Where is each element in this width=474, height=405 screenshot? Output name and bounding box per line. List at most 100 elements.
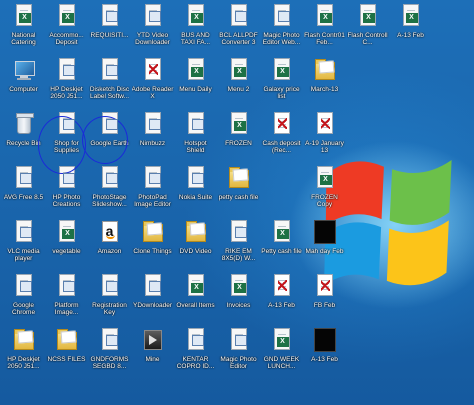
desktop[interactable]: National Catering Accommo... Deposit REQUI… [0, 0, 474, 405]
excel-icon [271, 328, 293, 354]
excel-icon [271, 220, 293, 246]
desktop-icon-label: Mah day Feb [305, 248, 344, 255]
desktop-icon[interactable]: Petty cash file [260, 220, 303, 274]
desktop-icon[interactable]: A-13 Feb [260, 274, 303, 328]
desktop-icon-label: Nokia Suite [178, 194, 213, 201]
desktop-icon[interactable]: YTD Video Downloader [131, 4, 174, 58]
shortcut-icon [56, 274, 78, 300]
computer-icon [13, 58, 35, 84]
excel-icon [228, 58, 250, 84]
desktop-icon[interactable]: REQUISITI... [88, 4, 131, 58]
desktop-icon[interactable]: Magic Photo Editor [217, 328, 260, 382]
folder-icon [13, 328, 35, 354]
desktop-icon[interactable]: Invoices [217, 274, 260, 328]
desktop-icon-label: Disketch Disc Label Softw... [89, 86, 130, 100]
desktop-icon[interactable]: PhotoStage Slideshow... [88, 166, 131, 220]
desktop-icon[interactable]: Cash deposit (Rec... [260, 112, 303, 166]
desktop-icon-label: HP Deskjet 2050 J51... [50, 86, 83, 100]
desktop-icon[interactable]: Mah day Feb [303, 220, 346, 274]
desktop-icon[interactable]: GND WEEK LUNCH... [260, 328, 303, 382]
desktop-icon[interactable]: Adobe Reader X [131, 58, 174, 112]
bin-icon [13, 112, 35, 138]
desktop-icon[interactable]: a Amazon [88, 220, 131, 274]
desktop-icon-grid: National Catering Accommo... Deposit REQUI… [0, 0, 474, 405]
desktop-icon[interactable]: Hotspot Shield [174, 112, 217, 166]
desktop-icon[interactable]: BUS AND TAXI FA... [174, 4, 217, 58]
shortcut-icon [99, 274, 121, 300]
desktop-icon[interactable]: HP Deskjet 2050 J51... [45, 58, 88, 112]
desktop-icon-label: BCL ALLPDF Converter 3 [219, 32, 258, 46]
desktop-icon[interactable]: Flash Controll C... [346, 4, 389, 58]
shortcut-icon [142, 4, 164, 30]
desktop-icon[interactable]: Galaxy price list [260, 58, 303, 112]
desktop-icon[interactable]: Platform Image... [45, 274, 88, 328]
desktop-icon[interactable]: Disketch Disc Label Softw... [88, 58, 131, 112]
desktop-icon[interactable]: Nimbuzz [131, 112, 174, 166]
desktop-icon-label: Clone Things [133, 248, 172, 255]
desktop-icon[interactable]: DVD Video [174, 220, 217, 274]
excel-icon [185, 274, 207, 300]
desktop-icon-label: Magic Photo Editor Web... [262, 32, 301, 46]
desktop-icon[interactable]: A-13 Feb [389, 4, 432, 58]
amazon-icon: a [99, 220, 121, 246]
desktop-icon-label: Accommo... Deposit [49, 32, 84, 46]
desktop-icon[interactable]: Clone Things [131, 220, 174, 274]
desktop-icon-label: FROZEN Copy [311, 194, 338, 208]
desktop-icon[interactable]: NCSS FILES [45, 328, 88, 382]
shortcut-icon [228, 328, 250, 354]
desktop-icon-label: Google Chrome [11, 302, 36, 316]
desktop-icon[interactable]: Menu 2 [217, 58, 260, 112]
desktop-icon[interactable]: Mine [131, 328, 174, 382]
desktop-icon[interactable]: GNDFORMS SEGBD 8... [88, 328, 131, 382]
desktop-icon[interactable]: Accommo... Deposit [45, 4, 88, 58]
shortcut-icon [271, 4, 293, 30]
desktop-icon[interactable]: Magic Photo Editor Web... [260, 4, 303, 58]
desktop-icon[interactable]: FROZEN Copy [303, 166, 346, 220]
desktop-icon[interactable]: March-13 [303, 58, 346, 112]
empty-slot [389, 58, 432, 112]
desktop-icon-label: Cash deposit (Rec... [262, 140, 301, 154]
excel-icon [185, 4, 207, 30]
desktop-icon[interactable]: Computer [2, 58, 45, 112]
desktop-icon[interactable]: A-19 January 13 [303, 112, 346, 166]
desktop-icon-label: Mine [145, 356, 160, 363]
desktop-icon-label: PhotoStage Slideshow... [92, 194, 127, 208]
shortcut-icon [185, 112, 207, 138]
desktop-icon[interactable]: Registration Key [88, 274, 131, 328]
desktop-icon[interactable]: petty cash file [217, 166, 260, 220]
desktop-icon[interactable]: HP Photo Creations [45, 166, 88, 220]
desktop-icon-label: Computer [9, 86, 38, 93]
desktop-icon-label: Galaxy price list [263, 86, 300, 100]
desktop-icon[interactable]: FB Feb [303, 274, 346, 328]
desktop-icon[interactable]: Nokia Suite [174, 166, 217, 220]
desktop-icon[interactable]: YDownloader [131, 274, 174, 328]
desktop-icon[interactable]: Google Chrome [2, 274, 45, 328]
desktop-icon[interactable]: AVG Free 8.5 [2, 166, 45, 220]
shortcut-icon [142, 112, 164, 138]
desktop-icon[interactable]: FROZEN [217, 112, 260, 166]
empty-slot [346, 166, 389, 220]
desktop-icon[interactable]: KENTAR COPRO ID... [174, 328, 217, 382]
desktop-icon-label: KENTAR COPRO ID... [176, 356, 215, 370]
shortcut-icon [99, 4, 121, 30]
desktop-icon-label: vegetable [52, 248, 81, 255]
desktop-icon[interactable]: BCL ALLPDF Converter 3 [217, 4, 260, 58]
desktop-icon[interactable]: Overall Items [174, 274, 217, 328]
empty-slot [260, 166, 303, 220]
empty-slot [389, 220, 432, 274]
desktop-icon[interactable]: National Catering [2, 4, 45, 58]
desktop-icon[interactable]: vegetable [45, 220, 88, 274]
desktop-icon[interactable]: A-13 Feb [303, 328, 346, 382]
desktop-icon[interactable]: Flash Contr01 Feb... [303, 4, 346, 58]
desktop-icon[interactable]: VLC media player [2, 220, 45, 274]
desktop-icon[interactable]: Menu Daily [174, 58, 217, 112]
desktop-icon[interactable]: RIKE EM 8X5(D) W... [217, 220, 260, 274]
desktop-icon-label: A-19 January 13 [305, 140, 344, 154]
folder-icon [185, 220, 207, 246]
desktop-icon-label: March-13 [310, 86, 339, 93]
desktop-icon[interactable]: HP Deskjet 2050 J51... [2, 328, 45, 382]
desktop-icon-label: petty cash file [218, 194, 259, 201]
media-icon [142, 328, 164, 354]
black-icon [313, 220, 336, 246]
desktop-icon[interactable]: PhotoPad Image Editor [131, 166, 174, 220]
